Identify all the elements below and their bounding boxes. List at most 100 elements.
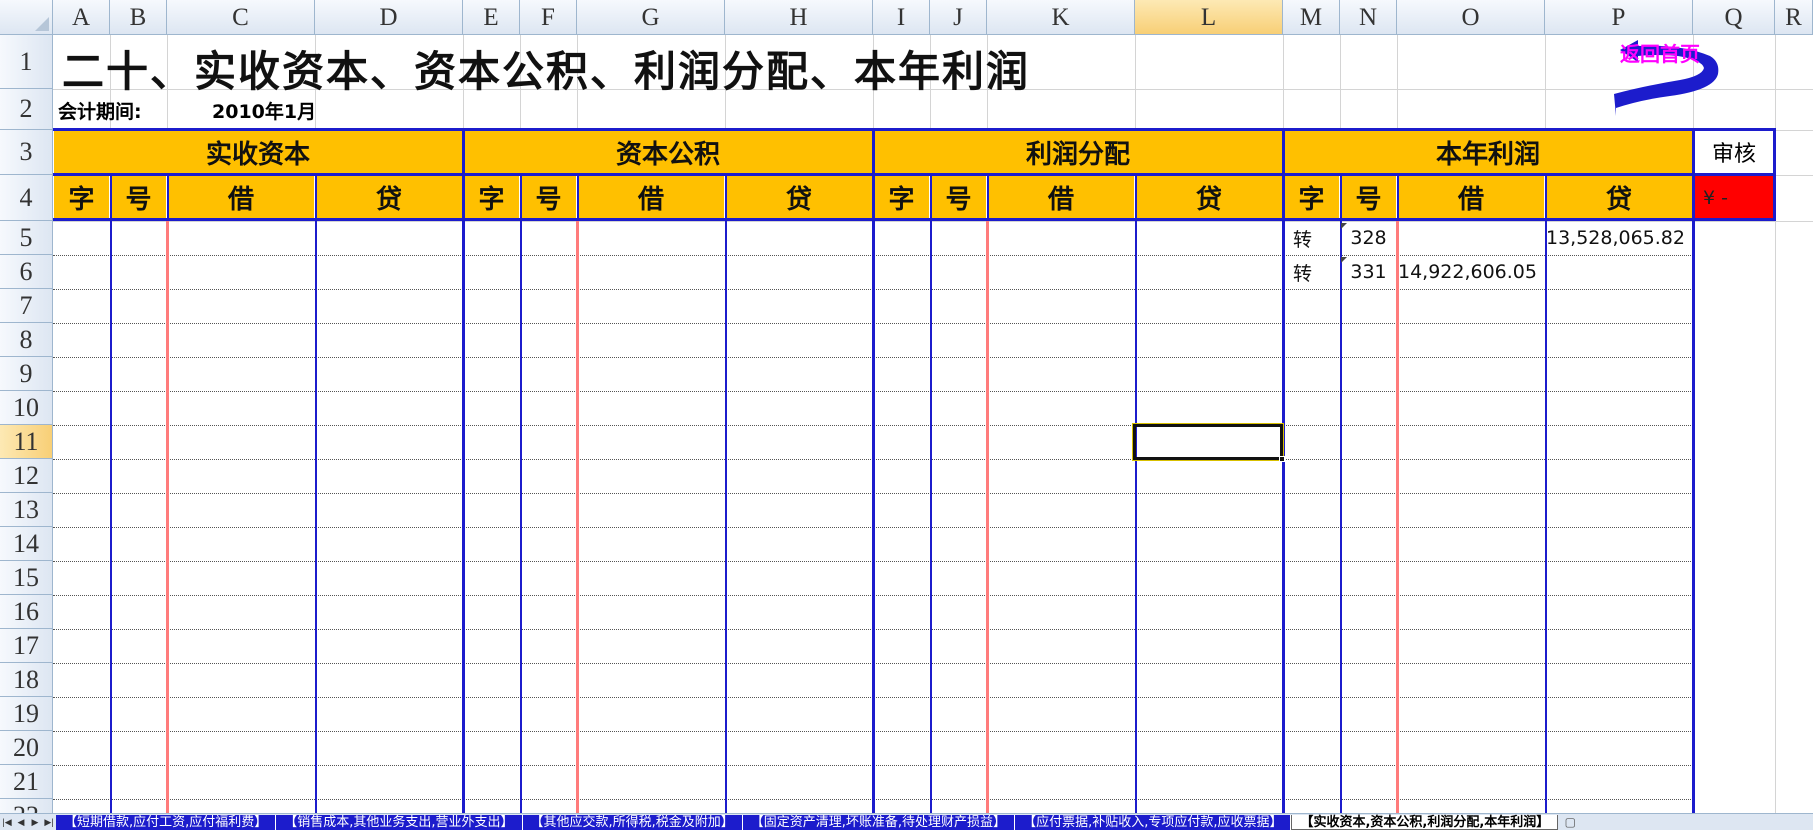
select-all-corner[interactable] (0, 0, 53, 35)
column-divider-line (930, 176, 932, 813)
column-divider-line (1397, 176, 1399, 221)
column-header-N[interactable]: N (1340, 0, 1397, 35)
column-divider-line (315, 176, 317, 813)
column-header-A[interactable]: A (53, 0, 110, 35)
entry-credit[interactable]: 13,528,065.82 (1545, 221, 1685, 255)
subheader-4-4: 贷 (1546, 176, 1692, 219)
row-header-11[interactable]: 11 (0, 425, 53, 459)
row-header-15[interactable]: 15 (0, 561, 53, 595)
row-header-7[interactable]: 7 (0, 289, 53, 323)
column-header-I[interactable]: I (873, 0, 930, 35)
first-sheet-button[interactable]: |◀ (0, 815, 14, 830)
frame-mid-line (53, 173, 1775, 176)
column-header-R[interactable]: R (1775, 0, 1813, 35)
subheader-1-3: 借 (168, 176, 314, 219)
audit-right-line (1773, 128, 1776, 221)
prev-sheet-button[interactable]: ◀ (14, 815, 28, 830)
subheader-3-3: 借 (988, 176, 1134, 219)
row-header-10[interactable]: 10 (0, 391, 53, 425)
row-header-2[interactable]: 2 (0, 89, 53, 130)
column-header-G[interactable]: G (577, 0, 725, 35)
audit-value[interactable]: ¥ - (1695, 176, 1773, 219)
subheader-4-3: 借 (1398, 176, 1544, 219)
home-link[interactable]: 返回首页 (1620, 38, 1700, 67)
subheader-3-2: 号 (931, 176, 986, 219)
column-header-J[interactable]: J (930, 0, 987, 35)
row-header-1[interactable]: 1 (0, 35, 53, 89)
row-header-6[interactable]: 6 (0, 255, 53, 289)
column-header-P[interactable]: P (1545, 0, 1693, 35)
sheet-tab[interactable]: 【应付票据,补贴收入,专项应付款,应收票据】 (1015, 814, 1292, 830)
row-header-12[interactable]: 12 (0, 459, 53, 493)
entry-type[interactable]: 转 (1293, 255, 1312, 289)
entry-debit[interactable] (1397, 221, 1537, 255)
column-header-K[interactable]: K (987, 0, 1135, 35)
section-divider-line (1282, 128, 1285, 813)
debit-divider-line (986, 221, 989, 813)
row-header-14[interactable]: 14 (0, 527, 53, 561)
sheet-tab[interactable]: 【短期借款,应付工资,应付福利费】 (56, 814, 277, 830)
subheader-2-3: 借 (578, 176, 724, 219)
section-divider-line (872, 128, 875, 813)
debit-divider-line (166, 221, 169, 813)
column-divider-line (725, 176, 727, 813)
row-header-4[interactable]: 4 (0, 175, 53, 221)
fill-handle[interactable] (1279, 456, 1285, 462)
column-header-D[interactable]: D (315, 0, 463, 35)
section-divider-line (1692, 128, 1695, 813)
row-header-16[interactable]: 16 (0, 595, 53, 629)
insert-sheet-icon[interactable]: ▢ (1558, 815, 1582, 830)
column-header-H[interactable]: H (725, 0, 873, 35)
audit-label: 审核 (1695, 130, 1773, 174)
entry-debit[interactable]: 14,922,606.05 (1397, 255, 1537, 289)
column-header-L[interactable]: L (1135, 0, 1283, 35)
subheader-1-1: 字 (54, 176, 109, 219)
next-sheet-button[interactable]: ▶ (28, 815, 42, 830)
entry-number[interactable]: 328 (1340, 221, 1397, 255)
column-divider-line (577, 176, 579, 221)
column-divider-line (520, 176, 522, 813)
row-header-21[interactable]: 21 (0, 765, 53, 799)
entry-credit[interactable] (1545, 255, 1685, 289)
sheet-tab[interactable]: 【销售成本,其他业务支出,营业外支出】 (276, 814, 523, 830)
row-header-19[interactable]: 19 (0, 697, 53, 731)
subheader-2-2: 号 (521, 176, 576, 219)
column-divider-line (1135, 176, 1137, 813)
column-header-O[interactable]: O (1397, 0, 1545, 35)
column-header-C[interactable]: C (167, 0, 315, 35)
selected-cell-L11[interactable] (1132, 423, 1284, 461)
section-header-4: 本年利润 (1284, 131, 1692, 174)
debit-divider-line (1396, 221, 1399, 813)
subheader-1-2: 号 (111, 176, 166, 219)
row-header-20[interactable]: 20 (0, 731, 53, 765)
section-header-2: 资本公积 (464, 131, 872, 174)
column-header-M[interactable]: M (1283, 0, 1340, 35)
section-header-3: 利润分配 (874, 131, 1282, 174)
subheader-3-4: 贷 (1136, 176, 1282, 219)
period-value: 2010年1月 (212, 101, 317, 123)
last-sheet-button[interactable]: ▶| (42, 815, 56, 830)
row-header-3[interactable]: 3 (0, 130, 53, 175)
subheader-1-4: 贷 (316, 176, 462, 219)
column-header-Q[interactable]: Q (1693, 0, 1775, 35)
row-header-17[interactable]: 17 (0, 629, 53, 663)
row-header-18[interactable]: 18 (0, 663, 53, 697)
entry-type[interactable]: 转 (1293, 221, 1312, 255)
spreadsheet-grid[interactable]: ABCDEFGHIJKLMNOPQR 1 2 3 4 5 6 7 8 9 10 11 12 13 14 15… (0, 0, 1813, 813)
column-divider-line (167, 176, 169, 221)
column-header-B[interactable]: B (110, 0, 167, 35)
sheet-tab[interactable]: 【固定资产清理,坏账准备,待处理财产损益】 (742, 814, 1016, 830)
sheet-tab[interactable]: 【实收资本,资本公积,利润分配,本年利润】 (1291, 814, 1559, 830)
sheet-title: 二十、实收资本、资本公积、利润分配、本年利润 (62, 47, 1031, 96)
column-header-E[interactable]: E (463, 0, 520, 35)
row-header-5[interactable]: 5 (0, 221, 53, 255)
row-header-13[interactable]: 13 (0, 493, 53, 527)
row-header-9[interactable]: 9 (0, 357, 53, 391)
debit-divider-line (576, 221, 579, 813)
frame-top-line (53, 128, 1775, 131)
entry-number[interactable]: 331 (1340, 255, 1397, 289)
column-header-F[interactable]: F (520, 0, 577, 35)
row-header-8[interactable]: 8 (0, 323, 53, 357)
sheet-tab[interactable]: 【其他应交款,所得税,税金及附加】 (522, 814, 743, 830)
row-header-22[interactable]: 22 (0, 799, 53, 813)
